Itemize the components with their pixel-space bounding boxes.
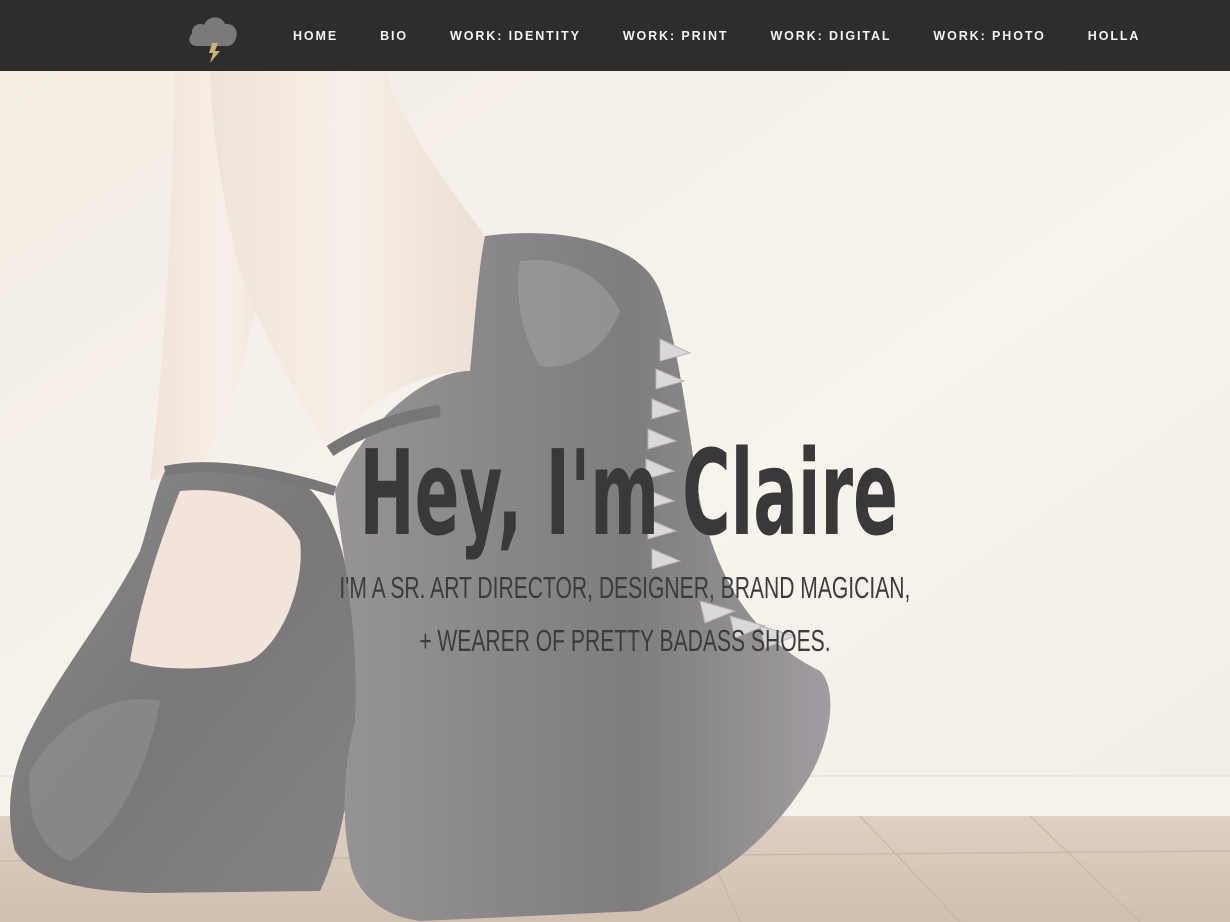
- nav-item-work-photo: WORK: PHOTO: [933, 27, 1045, 45]
- nav-item-bio: BIO: [380, 27, 408, 45]
- nav-item-work-print: WORK: PRINT: [623, 27, 729, 45]
- page: HOME BIO WORK: IDENTITY WORK: PRINT WORK…: [0, 0, 1230, 922]
- nav-item-holla: HOLLA: [1088, 27, 1141, 45]
- nav-link-holla[interactable]: HOLLA: [1088, 29, 1141, 43]
- nav-item-home: HOME: [293, 27, 338, 45]
- nav-link-work-digital[interactable]: WORK: DIGITAL: [770, 29, 891, 43]
- nav-link-work-photo[interactable]: WORK: PHOTO: [933, 29, 1045, 43]
- nav-menu: HOME BIO WORK: IDENTITY WORK: PRINT WORK…: [293, 0, 1140, 71]
- storm-cloud-logo-icon[interactable]: [185, 8, 241, 64]
- hero-title: Hey, I'm Claire: [359, 424, 898, 562]
- nav-link-work-identity[interactable]: WORK: IDENTITY: [450, 29, 581, 43]
- nav-link-bio[interactable]: BIO: [380, 29, 408, 43]
- hero-subtitle-line-1: I'm a Sr. Art Director, Designer, Brand …: [339, 570, 911, 605]
- hero-section: Hey, I'm Claire I'm a Sr. Art Director, …: [0, 71, 1230, 922]
- nav-item-work-digital: WORK: DIGITAL: [770, 27, 891, 45]
- top-navbar: HOME BIO WORK: IDENTITY WORK: PRINT WORK…: [0, 0, 1230, 71]
- nav-item-work-identity: WORK: IDENTITY: [450, 27, 581, 45]
- nav-link-home[interactable]: HOME: [293, 29, 338, 43]
- hero-subtitle-line-2: + Wearer of Pretty Badass Shoes.: [419, 623, 831, 658]
- nav-link-work-print[interactable]: WORK: PRINT: [623, 29, 729, 43]
